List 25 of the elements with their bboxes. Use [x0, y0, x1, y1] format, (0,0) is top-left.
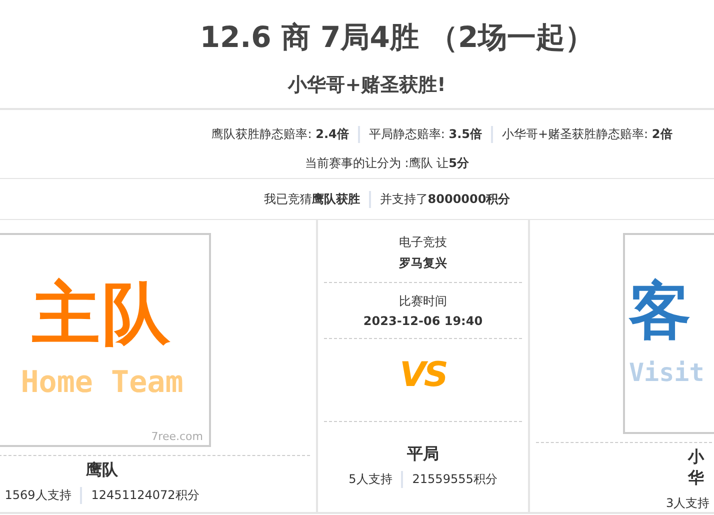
support-stat: 3人支持 [665, 495, 711, 512]
vs-logo: VS [400, 354, 446, 397]
match-result: 小华哥+赌圣获胜! [288, 73, 446, 98]
time-label: 比赛时间 [399, 293, 447, 310]
support-stat: 1569人支持 [4, 487, 72, 504]
logo-credit: 7ree.com [151, 430, 203, 443]
logo-text: 客 [629, 280, 693, 342]
bet-text: 并支持了8000000积分 [368, 190, 520, 208]
match-name: 罗马复兴 [399, 255, 447, 272]
bet-text: 我已竞猜鹰队获胜 [262, 190, 361, 208]
logo-subtext: Home Team [20, 364, 184, 400]
support-stat: 21559555积分 [401, 471, 506, 488]
handicap-text: 当前赛事的让分为 :鹰队 让5分 [304, 155, 470, 172]
odds-text: 平局静态赔率: 3.5倍 [358, 126, 491, 143]
support-stat: 5人支持 [348, 471, 394, 488]
team-name: 鹰队 [86, 460, 118, 481]
support-stat: 12451124072积分 [80, 487, 208, 504]
draw-label: 平局 [407, 444, 439, 465]
match-title: 12.6 商 7局4胜 （2场一起） [200, 19, 594, 56]
logo-subtext: Visit [629, 358, 704, 387]
category-label: 电子竞技 [399, 234, 447, 251]
match-time: 2023-12-06 19:40 [363, 314, 483, 328]
odds-text: 鹰队获胜静态赔率: 2.4倍 [210, 126, 350, 143]
odds-text: 小华哥+赌圣获胜静态赔率: 2倍 [490, 126, 682, 143]
team-name: 小华 [688, 447, 706, 489]
